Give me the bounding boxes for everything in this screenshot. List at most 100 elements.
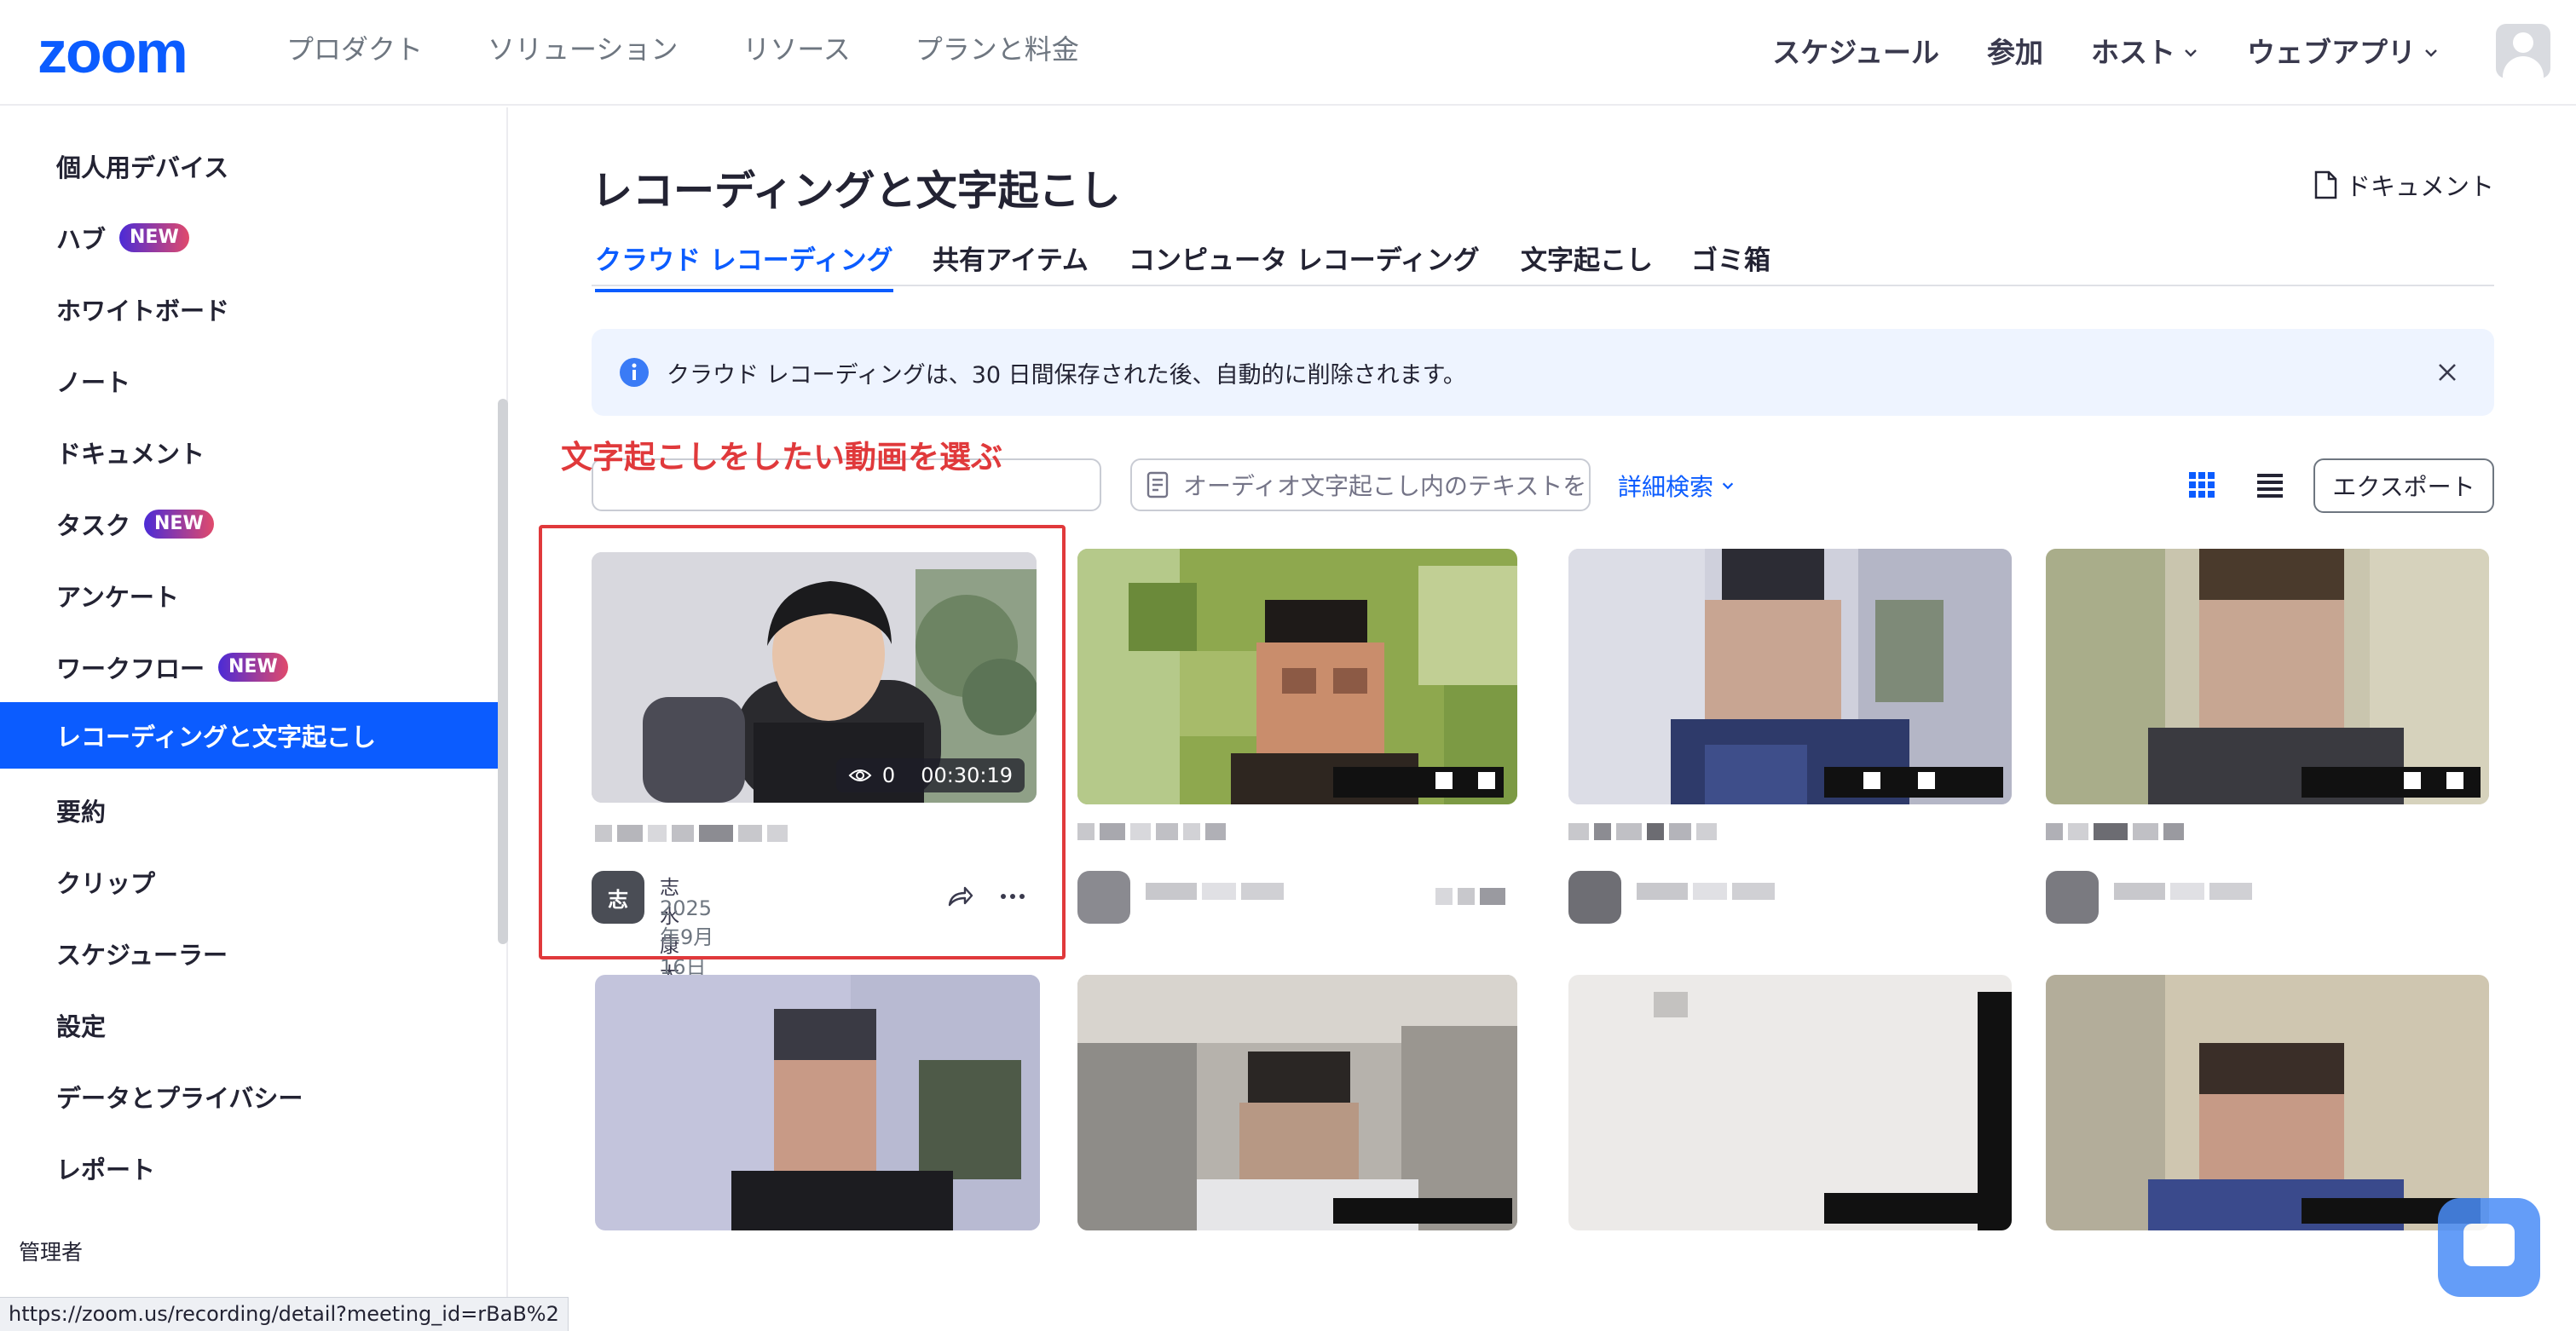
sidebar-item-label: タスク xyxy=(56,511,131,540)
top-navigation: zoom プロダクト ソリューション リソース プランと料金 スケジュール 参加… xyxy=(0,0,2576,106)
nav-resources[interactable]: リソース xyxy=(742,31,850,68)
chat-bubble-icon xyxy=(2463,1224,2515,1266)
nav-join-label: 参加 xyxy=(1987,36,2043,69)
sidebar-item-workflows[interactable]: ワークフロー NEW xyxy=(0,634,500,700)
recording-stats: 0 00:30:19 xyxy=(835,758,1025,792)
sidebar-item-reports[interactable]: レポート xyxy=(0,1135,500,1201)
sidebar-item-data-privacy[interactable]: データとプライバシー xyxy=(0,1063,500,1130)
avatar-head xyxy=(2513,32,2533,53)
recording-thumbnail[interactable] xyxy=(595,975,1040,1230)
sidebar-item-label: スケジューラー xyxy=(56,941,228,970)
sidebar-item-summaries[interactable]: 要約 xyxy=(0,777,500,844)
chevron-down-icon xyxy=(2425,49,2437,57)
sidebar-item-hub[interactable]: ハブ NEW xyxy=(0,205,500,271)
share-icon[interactable] xyxy=(944,881,975,912)
recording-thumbnail[interactable] xyxy=(1568,975,2012,1230)
redacted-owner xyxy=(2114,883,2252,900)
documentation-link-label: ドキュメント xyxy=(2345,172,2494,201)
nav-product[interactable]: プロダクト xyxy=(286,31,423,68)
retention-info-text: クラウド レコーディングは、30 日間保存された後、自動的に削除されます。 xyxy=(667,361,1466,389)
primary-nav: プロダクト ソリューション リソース プランと料金 xyxy=(286,31,1079,68)
nav-schedule-label: スケジュール xyxy=(1772,36,1939,69)
new-badge: NEW xyxy=(144,510,214,539)
tab-transcripts[interactable]: 文字起こし xyxy=(1521,239,1653,289)
recording-thumbnail[interactable] xyxy=(1077,549,1517,804)
advanced-search-link[interactable]: 詳細検索 xyxy=(1618,469,1736,503)
eye-icon xyxy=(848,769,872,781)
sidebar-item-label: ノート xyxy=(56,368,131,397)
video-thumbnail-image xyxy=(1568,975,2012,1230)
sidebar-item-label: ドキュメント xyxy=(56,440,205,469)
tab-trash[interactable]: ゴミ箱 xyxy=(1691,239,1770,289)
document-icon xyxy=(2314,170,2337,199)
sidebar-item-label: 個人用デバイス xyxy=(56,153,229,182)
recording-thumbnail[interactable] xyxy=(2046,975,2489,1230)
sidebar-item-personal-devices[interactable]: 個人用デバイス xyxy=(0,133,500,199)
video-thumbnail-image xyxy=(1077,549,1517,804)
recording-thumbnail[interactable] xyxy=(1568,549,2012,804)
nav-host-label: ホスト xyxy=(2091,36,2175,69)
tab-shared-items[interactable]: 共有アイテム xyxy=(933,239,1089,289)
redacted-title xyxy=(1077,823,1226,840)
sidebar-item-scheduler[interactable]: スケジューラー xyxy=(0,920,500,987)
sidebar-item-notes[interactable]: ノート xyxy=(0,348,500,414)
avatar-body xyxy=(2503,56,2544,78)
nav-join[interactable]: 参加 xyxy=(1987,34,2043,72)
owner-avatar: 志 xyxy=(592,871,644,924)
sidebar-item-whiteboard[interactable]: ホワイトボード xyxy=(0,276,500,343)
tab-cloud-recording[interactable]: クラウド レコーディング xyxy=(595,239,893,292)
sidebar-item-recordings[interactable]: レコーディングと文字起こし xyxy=(0,702,500,769)
tutorial-annotation: 文字起こしをしたい動画を選ぶ xyxy=(561,439,1002,475)
sidebar-item-label: クリップ xyxy=(56,869,156,898)
owner-avatar-redacted xyxy=(1568,871,1621,924)
account-nav: スケジュール 参加 ホスト ウェブアプリ xyxy=(1772,34,2440,72)
nav-webapp-label: ウェブアプリ xyxy=(2247,36,2416,69)
new-badge: NEW xyxy=(218,653,288,682)
zoom-logo[interactable]: zoom xyxy=(38,22,188,82)
nav-pricing[interactable]: プランと料金 xyxy=(915,31,1079,68)
transcript-search-input[interactable]: オーディオ文字起こし内のテキストを xyxy=(1130,458,1591,511)
sidebar-item-documents[interactable]: ドキュメント xyxy=(0,419,500,486)
sidebar: 個人用デバイス ハブ NEW ホワイトボード ノート ドキュメント タスク NEW … xyxy=(0,107,508,1331)
chat-support-button[interactable] xyxy=(2438,1198,2540,1297)
page-title: レコーディングと文字起こし xyxy=(592,167,1121,215)
sidebar-item-label: アンケート xyxy=(56,583,179,612)
redacted-owner xyxy=(1146,883,1284,900)
nav-host[interactable]: ホスト xyxy=(2091,34,2199,72)
sidebar-item-label: レコーディングと文字起こし xyxy=(56,723,376,752)
export-button[interactable]: エクスポート xyxy=(2313,458,2494,513)
recording-thumbnail[interactable]: 0 00:30:19 xyxy=(592,552,1037,803)
sidebar-item-label: 要約 xyxy=(56,798,107,827)
nav-solutions[interactable]: ソリューション xyxy=(488,31,678,68)
view-count: 0 xyxy=(881,763,896,787)
grid-view-icon[interactable] xyxy=(2187,470,2216,499)
advanced-search-label: 詳細検索 xyxy=(1618,473,1714,501)
sidebar-item-label: データとプライバシー xyxy=(56,1084,303,1113)
video-thumbnail-image xyxy=(1568,549,2012,804)
sidebar-item-settings[interactable]: 設定 xyxy=(0,992,500,1058)
redacted-title xyxy=(595,825,788,842)
video-thumbnail-image xyxy=(1077,975,1517,1230)
transcript-icon xyxy=(1146,471,1169,498)
sidebar-item-label: レポート xyxy=(56,1155,156,1184)
recording-thumbnail[interactable] xyxy=(1077,975,1517,1230)
recording-thumbnail[interactable] xyxy=(2046,549,2489,804)
close-icon[interactable] xyxy=(2434,360,2460,385)
tab-computer-recording[interactable]: コンピュータ レコーディング xyxy=(1129,239,1480,289)
sidebar-item-tasks[interactable]: タスク NEW xyxy=(0,491,500,557)
nav-webapp[interactable]: ウェブアプリ xyxy=(2247,34,2440,72)
user-avatar-icon[interactable] xyxy=(2496,24,2550,78)
nav-schedule[interactable]: スケジュール xyxy=(1772,34,1939,72)
sidebar-item-label: ハブ xyxy=(56,225,107,254)
owner-avatar-redacted xyxy=(1077,871,1130,924)
documentation-link[interactable]: ドキュメント xyxy=(2313,167,2494,203)
sidebar-item-label: 設定 xyxy=(56,1012,107,1041)
sidebar-scrollbar[interactable] xyxy=(498,399,508,944)
sidebar-item-label: ワークフロー xyxy=(56,654,205,683)
more-options-icon[interactable] xyxy=(997,881,1028,912)
list-view-icon[interactable] xyxy=(2255,470,2284,499)
redacted-actions xyxy=(1435,888,1505,905)
sidebar-item-surveys[interactable]: アンケート xyxy=(0,562,500,629)
sidebar-item-clips[interactable]: クリップ xyxy=(0,849,500,915)
owner-avatar-redacted xyxy=(2046,871,2099,924)
